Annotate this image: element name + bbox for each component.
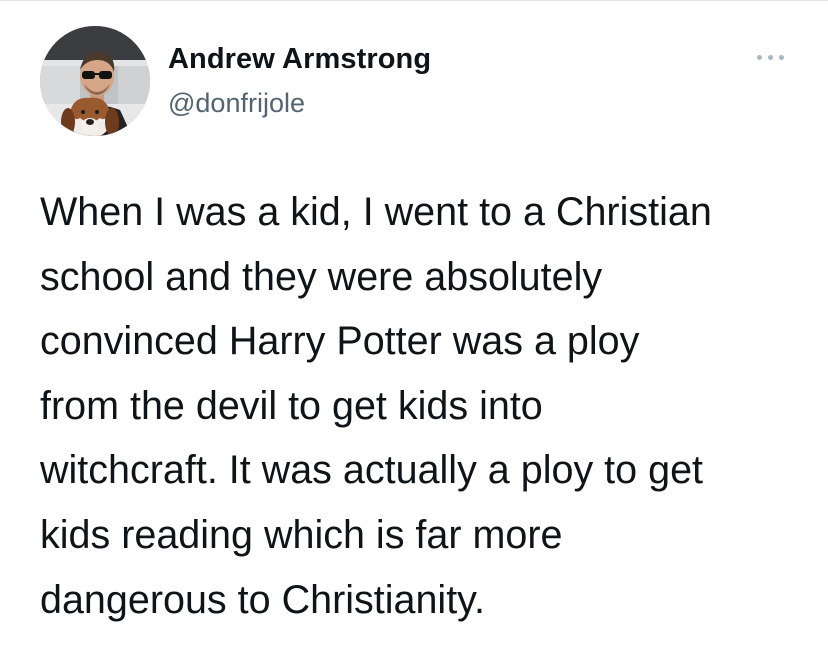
more-options-icon[interactable] bbox=[755, 52, 789, 64]
tweet-text-line: convinced Harry Potter was a ploy bbox=[40, 319, 640, 364]
author-handle[interactable]: @donfrijole bbox=[168, 88, 305, 119]
more-dot bbox=[779, 55, 784, 60]
avatar-photo-icon bbox=[40, 26, 150, 136]
author-display-name[interactable]: Andrew Armstrong bbox=[168, 43, 431, 76]
more-dot bbox=[757, 55, 762, 60]
more-dot bbox=[768, 55, 773, 60]
author-avatar[interactable] bbox=[40, 26, 150, 136]
tweet-text-line: kids reading which is far more bbox=[40, 512, 563, 557]
top-divider bbox=[0, 0, 828, 1]
tweet-text-line: When I was a kid, I went to a Christian bbox=[40, 190, 712, 234]
tweet-text-line: school and they were absolutely bbox=[40, 254, 603, 299]
tweet-text-line: witchcraft. It was actually a ploy to ge… bbox=[40, 448, 704, 493]
tweet-text-line: from the devil to get kids into bbox=[40, 383, 543, 428]
tweet-text: When I was a kid, I went to a Christian … bbox=[40, 180, 800, 632]
tweet-text-line: dangerous to Christianity. bbox=[40, 577, 485, 622]
